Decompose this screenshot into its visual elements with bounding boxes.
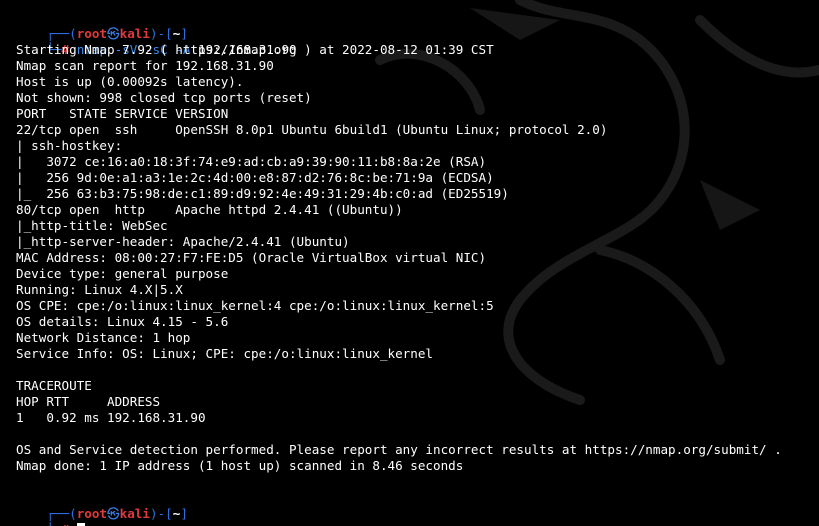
prompt-line-top: ┌──(root㉿kali)-[~] xyxy=(16,10,188,41)
output-line: OS and Service detection performed. Plea… xyxy=(16,442,782,457)
output-line: Nmap done: 1 IP address (1 host up) scan… xyxy=(16,458,464,473)
output-line: 1 0.92 ms 192.168.31.90 xyxy=(16,410,206,425)
prompt-mid: )-[ xyxy=(149,506,173,521)
output-line: HOP RTT ADDRESS xyxy=(16,394,161,409)
output-line: PORT STATE SERVICE VERSION xyxy=(16,106,229,121)
prompt-end: ] xyxy=(180,506,188,521)
prompt-frame-bottom: └─ xyxy=(46,522,61,526)
output-line: Host is up (0.00092s latency). xyxy=(16,74,244,89)
prompt-hash: # xyxy=(62,522,70,526)
output-line: OS CPE: cpe:/o:linux:linux_kernel:4 cpe:… xyxy=(16,298,494,313)
output-line: Service Info: OS: Linux; CPE: cpe:/o:lin… xyxy=(16,346,434,361)
output-line: Nmap scan report for 192.168.31.90 xyxy=(16,58,274,73)
prompt-at-symbol: ㉿ xyxy=(107,506,120,521)
output-line: |_ 256 63:b3:75:98:de:c1:89:d9:92:4e:49:… xyxy=(16,186,509,201)
output-line: | ssh-hostkey: xyxy=(16,138,130,153)
active-command-line[interactable]: └─# xyxy=(16,506,86,526)
output-line: |_http-title: WebSec xyxy=(16,218,168,233)
output-line: OS details: Linux 4.15 - 5.6 xyxy=(16,314,229,329)
prompt-line-top-2: ┌──(root㉿kali)-[~] xyxy=(16,490,188,521)
output-line: Starting Nmap 7.92 ( https://nmap.org ) … xyxy=(16,42,494,57)
prompt-host: kali xyxy=(119,506,150,521)
output-line: TRACEROUTE xyxy=(16,378,92,393)
output-line: 22/tcp open ssh OpenSSH 8.0p1 Ubuntu 6bu… xyxy=(16,122,608,137)
output-line: | 3072 ce:16:a0:18:3f:74:e9:ad:cb:a9:39:… xyxy=(16,154,487,169)
output-line: Device type: general purpose xyxy=(16,266,229,281)
command-line: └─# nmap -sV -sC -A 192.168.31.90 xyxy=(16,26,296,57)
output-line: Running: Linux 4.X|5.X xyxy=(16,282,183,297)
output-line: 80/tcp open http Apache httpd 2.4.41 ((U… xyxy=(16,202,403,217)
output-line: | 256 9d:0e:a1:a3:1e:2c:4d:00:e8:87:d2:7… xyxy=(16,170,494,185)
output-line: MAC Address: 08:00:27:F7:FE:D5 (Oracle V… xyxy=(16,250,487,265)
output-line: Not shown: 998 closed tcp ports (reset) xyxy=(16,90,312,105)
output-line: Network Distance: 1 hop xyxy=(16,330,191,345)
output-line: |_http-server-header: Apache/2.4.41 (Ubu… xyxy=(16,234,350,249)
terminal-window[interactable]: ┌──(root㉿kali)-[~] └─# nmap -sV -sC -A 1… xyxy=(0,0,819,526)
